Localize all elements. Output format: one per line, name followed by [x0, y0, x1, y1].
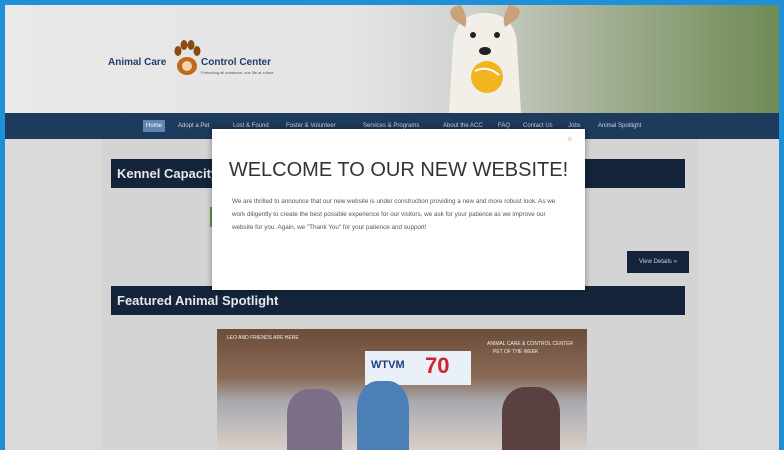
close-icon[interactable]: × [567, 134, 572, 144]
welcome-modal: × WELCOME TO OUR NEW WEBSITE! We are thr… [212, 129, 585, 290]
modal-body: We are thrilled to announce that our new… [232, 198, 556, 231]
modal-title: WELCOME TO OUR NEW WEBSITE! [228, 159, 569, 181]
